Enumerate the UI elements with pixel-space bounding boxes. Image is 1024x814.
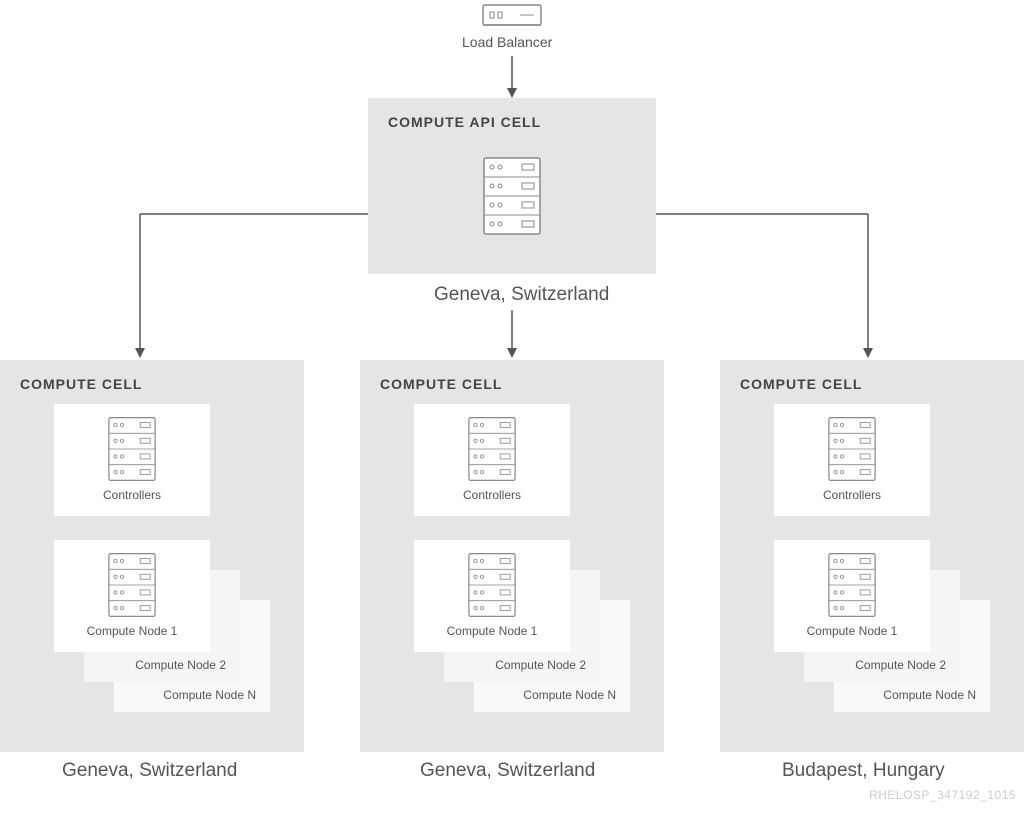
cell-1-location: Geneva, Switzerland — [62, 760, 237, 782]
controllers-box: Controllers — [414, 404, 570, 516]
footer-id: RHELOSP_347192_1015 — [869, 788, 1016, 802]
compute-cell-1: COMPUTE CELL Controllers Compute Node N … — [0, 360, 304, 752]
cell-3-location: Budapest, Hungary — [782, 760, 945, 782]
compute-node-1: Compute Node 1 — [774, 540, 930, 652]
compute-node-1: Compute Node 1 — [54, 540, 210, 652]
controllers-label: Controllers — [774, 488, 930, 502]
controllers-box: Controllers — [774, 404, 930, 516]
api-to-cells-connector — [0, 0, 1024, 360]
controllers-label: Controllers — [54, 488, 210, 502]
cell-2-location: Geneva, Switzerland — [420, 760, 595, 782]
controllers-label: Controllers — [414, 488, 570, 502]
cell-title: COMPUTE CELL — [360, 360, 664, 392]
cell-title: COMPUTE CELL — [720, 360, 1024, 392]
compute-cell-3: COMPUTE CELL Controllers Compute Node N … — [720, 360, 1024, 752]
compute-cell-2: COMPUTE CELL Controllers Compute Node N … — [360, 360, 664, 752]
compute-node-1: Compute Node 1 — [414, 540, 570, 652]
controllers-box: Controllers — [54, 404, 210, 516]
cell-title: COMPUTE CELL — [0, 360, 304, 392]
